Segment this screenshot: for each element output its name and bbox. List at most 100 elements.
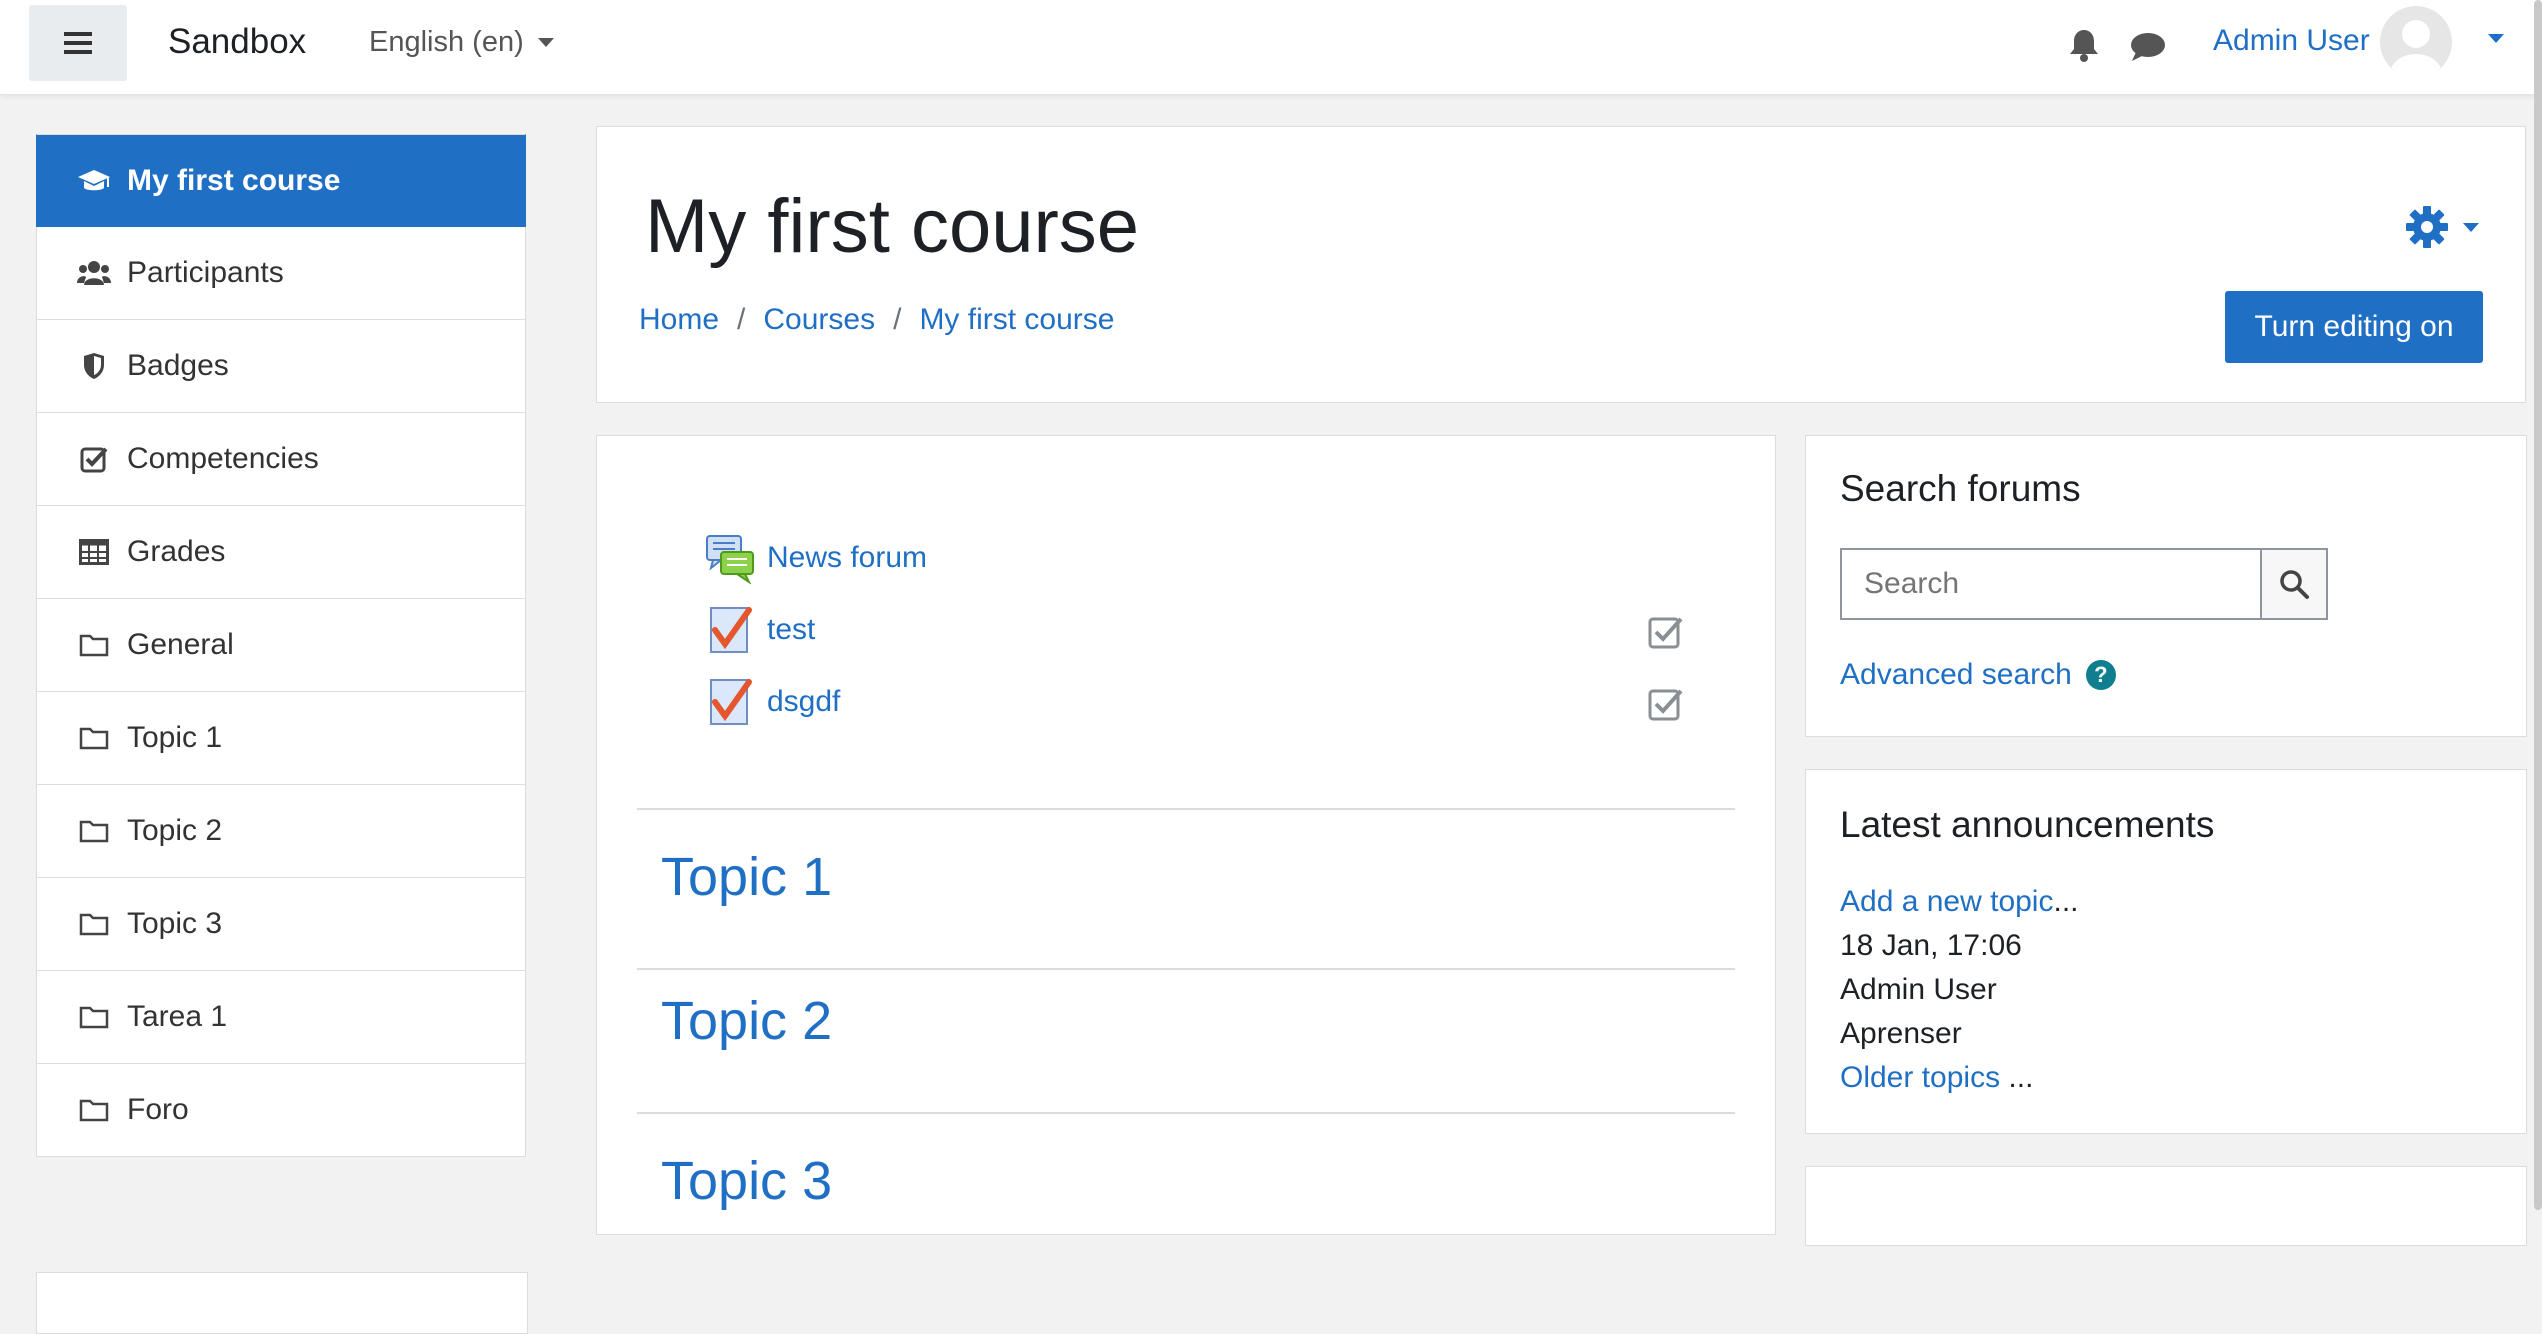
drawer-item-foro[interactable]: Foro — [36, 1064, 526, 1157]
drawer-item-label: Tarea 1 — [127, 1000, 228, 1033]
drawer-item-label: Topic 2 — [127, 814, 223, 847]
drawer-item-label: Badges — [127, 349, 229, 382]
check-square-icon — [77, 444, 111, 474]
users-icon — [77, 258, 111, 288]
next-block — [1805, 1166, 2527, 1246]
search-button[interactable] — [2260, 548, 2328, 620]
page-header: My first course Home / Courses / My firs… — [596, 126, 2526, 403]
page-title: My first course — [645, 184, 1140, 269]
gear-icon — [2406, 206, 2448, 248]
menu-toggle-button[interactable] — [29, 5, 127, 81]
graduation-cap-icon — [77, 166, 111, 196]
topic-1-link[interactable]: Topic 1 — [661, 846, 832, 908]
course-content: News forum test dsgdf Topic 1 Topic 2 To… — [596, 435, 1776, 1235]
completion-checkbox-icon[interactable] — [1647, 614, 1683, 650]
latest-announcements-block: Latest announcements Add a new topic... … — [1805, 769, 2527, 1134]
chat-icon[interactable] — [2130, 32, 2166, 62]
folder-icon — [77, 1002, 111, 1032]
activity-label[interactable]: dsgdf — [767, 685, 840, 719]
advanced-search: Advanced search ? — [1840, 658, 2116, 692]
drawer-item-label: Topic 3 — [127, 907, 223, 940]
section-divider — [637, 808, 1735, 810]
ellipsis: ... — [2053, 885, 2079, 918]
drawer-item-topic-1[interactable]: Topic 1 — [36, 692, 526, 785]
older-topics-line: Older topics ... — [1840, 1061, 2033, 1095]
breadcrumb: Home / Courses / My first course — [639, 303, 1114, 337]
breadcrumb-courses[interactable]: Courses — [763, 303, 875, 337]
drawer-list: My first course Participants Badges Comp… — [36, 134, 526, 1157]
post-title-link[interactable]: Aprenser — [1840, 1017, 1962, 1051]
chevron-down-icon — [537, 38, 554, 47]
activity-label[interactable]: News forum — [767, 541, 927, 575]
course-actions-menu[interactable] — [2405, 205, 2479, 249]
activity-dsgdf[interactable]: dsgdf — [705, 676, 840, 728]
user-menu-chevron-icon[interactable] — [2488, 34, 2504, 43]
drawer-item-my-first-course[interactable]: My first course — [36, 134, 526, 227]
language-menu[interactable]: English (en) — [369, 26, 554, 59]
folder-icon — [77, 630, 111, 660]
page-scrollbar[interactable] — [2534, 0, 2542, 1210]
assignment-icon — [710, 607, 752, 653]
forum-icon — [706, 535, 754, 584]
drawer-secondary-list — [36, 1272, 528, 1334]
breadcrumb-separator: / — [893, 303, 902, 336]
topic-2-link[interactable]: Topic 2 — [661, 990, 832, 1052]
topic-3-link[interactable]: Topic 3 — [661, 1150, 832, 1212]
search-icon — [2280, 570, 2309, 599]
drawer-item-label: General — [127, 628, 234, 661]
breadcrumb-course[interactable]: My first course — [919, 303, 1114, 337]
drawer-item-label: Topic 1 — [127, 721, 223, 754]
activity-test[interactable]: test — [705, 604, 815, 656]
block-title: Search forums — [1840, 468, 2081, 509]
drawer-item-tarea-1[interactable]: Tarea 1 — [36, 971, 526, 1064]
folder-icon — [77, 1095, 111, 1125]
completion-checkbox-icon[interactable] — [1647, 686, 1683, 722]
section-divider — [637, 968, 1735, 970]
drawer-item-badges[interactable]: Badges — [36, 320, 526, 413]
activity-label[interactable]: test — [767, 613, 815, 647]
drawer-item-grades[interactable]: Grades — [36, 506, 526, 599]
ellipsis: ... — [2000, 1061, 2034, 1094]
site-name[interactable]: Sandbox — [168, 22, 306, 62]
folder-icon — [77, 816, 111, 846]
drawer-item-topic-2[interactable]: Topic 2 — [36, 785, 526, 878]
drawer-item-competencies[interactable]: Competencies — [36, 413, 526, 506]
user-name[interactable]: Admin User — [2213, 24, 2370, 58]
add-topic-line: Add a new topic... — [1840, 885, 2079, 919]
drawer-item-label: Participants — [127, 256, 284, 289]
search-input[interactable] — [1840, 548, 2262, 620]
top-navbar: Sandbox English (en) Admin User — [0, 0, 2542, 95]
avatar[interactable] — [2380, 6, 2452, 78]
post-date: 18 Jan, 17:06 — [1840, 929, 2022, 962]
user-avatar-icon — [2390, 20, 2442, 78]
drawer-item-participants[interactable]: Participants — [36, 227, 526, 320]
advanced-search-link[interactable]: Advanced search — [1840, 658, 2072, 692]
section-divider — [637, 1112, 1735, 1114]
drawer-item-label: Grades — [127, 535, 226, 568]
chevron-down-icon — [2463, 222, 2479, 232]
navigation-drawer: My first course Participants Badges Comp… — [0, 95, 565, 1334]
drawer-item-general[interactable]: General — [36, 599, 526, 692]
drawer-item-label: Competencies — [127, 442, 319, 475]
turn-editing-on-button[interactable]: Turn editing on — [2225, 291, 2483, 363]
folder-icon — [77, 723, 111, 753]
table-icon — [77, 537, 111, 567]
folder-icon — [77, 909, 111, 939]
drawer-item-topic-3[interactable]: Topic 3 — [36, 878, 526, 971]
assignment-icon — [710, 679, 752, 725]
activity-news-forum[interactable]: News forum — [705, 532, 927, 584]
menu-icon — [64, 32, 92, 54]
add-new-topic-link[interactable]: Add a new topic — [1840, 885, 2053, 918]
search-forums-block: Search forums Advanced search ? — [1805, 435, 2527, 737]
older-topics-link[interactable]: Older topics — [1840, 1061, 2000, 1094]
breadcrumb-home[interactable]: Home — [639, 303, 719, 337]
drawer-item-label: My first course — [127, 163, 341, 197]
help-icon[interactable]: ? — [2085, 660, 2116, 690]
block-title: Latest announcements — [1840, 804, 2215, 845]
breadcrumb-separator: / — [737, 303, 746, 336]
bell-icon[interactable] — [2068, 28, 2100, 62]
shield-icon — [77, 351, 111, 381]
post-author: Admin User — [1840, 973, 1997, 1006]
language-label: English (en) — [369, 26, 524, 58]
drawer-item-label: Foro — [127, 1093, 189, 1126]
